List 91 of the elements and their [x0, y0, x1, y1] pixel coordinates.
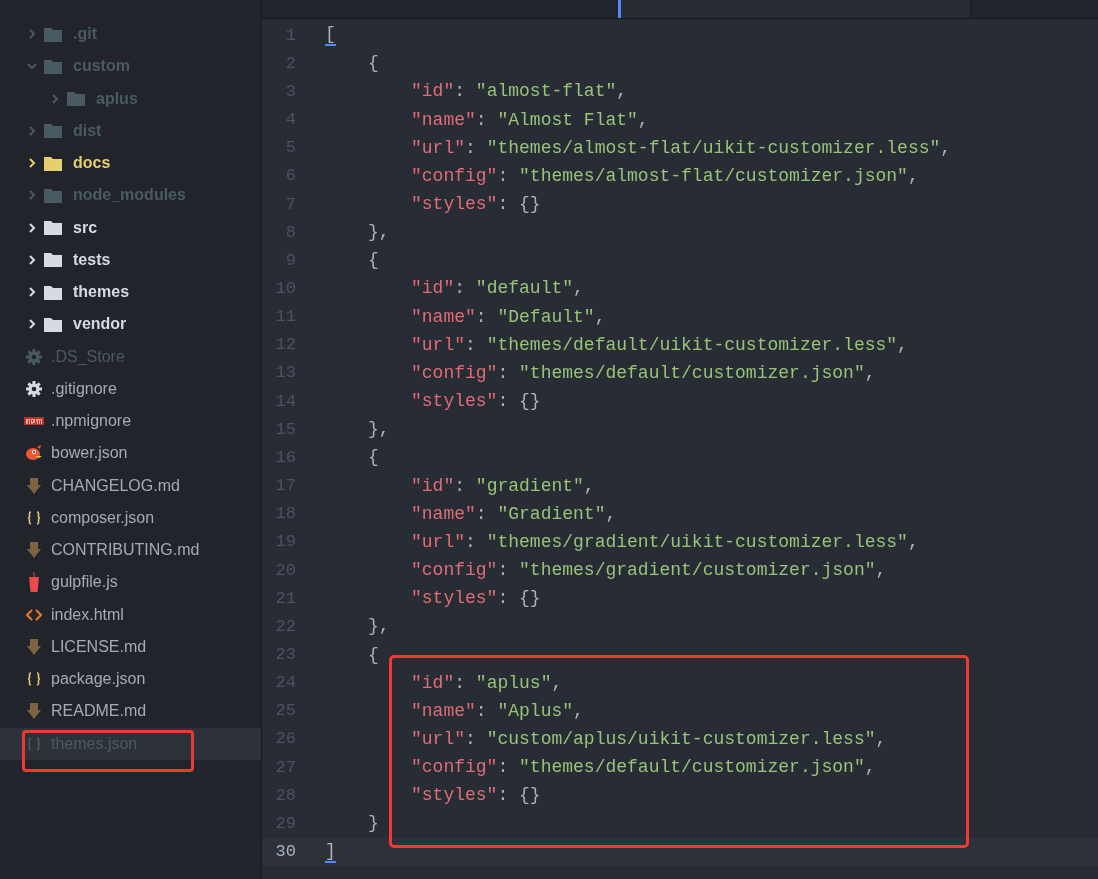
braces-icon	[27, 672, 41, 687]
braces-icon	[27, 510, 41, 525]
file-name: themes	[73, 283, 130, 302]
code-line: "config": "themes/almost-flat/customizer.json",	[411, 165, 919, 186]
folder-icon	[67, 91, 85, 107]
tree-item[interactable]: vendor	[0, 308, 261, 341]
code-line: "name": "Gradient",	[411, 503, 617, 524]
code-line: "id": "aplus",	[411, 672, 563, 693]
code-line: "styles": {}	[411, 785, 541, 806]
arrow-down-icon	[27, 703, 41, 720]
tree-item[interactable]: gulpfile.js	[0, 566, 261, 599]
file-name: docs	[73, 154, 111, 173]
npm-logo-icon	[24, 417, 44, 426]
chevron-right-icon[interactable]	[27, 158, 37, 169]
arrow-down-icon	[27, 542, 41, 559]
code-line: },	[368, 616, 390, 637]
chevron-right-icon[interactable]	[27, 319, 37, 330]
folder-icon	[44, 284, 62, 300]
tree-item[interactable]: CHANGELOG.md	[0, 469, 261, 502]
folder-icon	[44, 252, 62, 268]
bird-icon	[25, 445, 43, 462]
code-line: {	[368, 447, 379, 468]
tree-item[interactable]: index.html	[0, 598, 261, 631]
code-line: "id": "default",	[411, 278, 584, 299]
tree-item[interactable]: README.md	[0, 695, 261, 728]
code-brackets-icon	[26, 607, 42, 622]
code-line: "name": "Almost Flat",	[411, 109, 649, 130]
chevron-right-icon[interactable]	[27, 254, 37, 265]
code-line: "name": "Default",	[411, 306, 606, 327]
code-line: "styles": {}	[411, 194, 541, 214]
code-line: }	[368, 813, 379, 834]
code-line: "url": "custom/aplus/uikit-customizer.less",	[411, 729, 887, 749]
file-name: LICENSE.md	[51, 637, 147, 656]
file-name: CONTRIBUTING.md	[51, 541, 200, 560]
code-line: "config": "themes/gradient/customizer.json",	[411, 560, 887, 581]
folder-icon	[44, 220, 62, 236]
arrow-down-icon	[27, 638, 41, 655]
folder-icon	[44, 155, 62, 171]
gear-icon	[26, 380, 42, 397]
braces-icon	[27, 736, 41, 751]
line-number: 30	[274, 842, 296, 862]
file-name: gulpfile.js	[51, 573, 118, 592]
code-line: "id": "gradient",	[411, 475, 595, 496]
code-line: ]	[325, 840, 336, 863]
code-line: },	[368, 419, 390, 440]
file-name: .gitignore	[51, 379, 117, 398]
tree-item[interactable]: CONTRIBUTING.md	[0, 534, 261, 567]
code-line: "config": "themes/default/customizer.json",	[411, 757, 876, 778]
tree-item[interactable]: .npmignore	[0, 405, 261, 438]
file-name: tests	[73, 250, 111, 269]
chevron-right-icon[interactable]	[27, 222, 37, 233]
tree-item[interactable]: composer.json	[0, 501, 261, 534]
folder-icon	[44, 26, 62, 42]
code-line: {	[368, 644, 379, 665]
code-line: "styles": {}	[411, 391, 541, 412]
tree-item[interactable]: src	[0, 211, 261, 244]
gear-icon	[26, 348, 42, 365]
file-name: vendor	[73, 315, 127, 334]
chevron-right-icon[interactable]	[27, 287, 37, 298]
file-name: index.html	[51, 605, 124, 624]
folder-icon	[44, 58, 62, 74]
file-name: bower.json	[51, 444, 128, 463]
tree-item[interactable]: package.json	[0, 663, 261, 696]
folder-icon	[44, 187, 62, 203]
tree-item[interactable]: tests	[0, 243, 261, 276]
tree-item[interactable]: themes	[0, 276, 261, 309]
code-line: [	[325, 24, 336, 47]
tree-item[interactable]: .gitignore	[0, 372, 261, 405]
code-line: {	[368, 53, 379, 74]
tree-item[interactable]: docs	[0, 147, 261, 180]
file-name: package.json	[51, 670, 146, 689]
file-name: .npmignore	[51, 412, 132, 431]
tree-item[interactable]: LICENSE.md	[0, 630, 261, 663]
code-line: "url": "themes/gradient/uikit-customizer.less",	[411, 531, 919, 552]
arrow-down-icon	[27, 477, 41, 494]
folder-icon	[44, 316, 62, 332]
code-line: "url": "themes/default/uikit-customizer.less",	[411, 334, 908, 355]
code-line: "config": "themes/default/customizer.json",	[411, 362, 876, 383]
file-name: src	[73, 218, 98, 237]
code-line: "styles": {}	[411, 588, 541, 609]
cup-icon	[28, 572, 40, 593]
code-line: },	[368, 222, 390, 243]
code-line: {	[368, 250, 379, 271]
code-line: "url": "themes/almost-flat/uikit-customizer.less",	[411, 137, 952, 158]
file-name: composer.json	[51, 508, 155, 527]
file-name: README.md	[51, 702, 147, 721]
code-line: "name": "Aplus",	[411, 700, 584, 721]
folder-icon	[44, 123, 62, 139]
file-name: CHANGELOG.md	[51, 476, 180, 495]
tree-item[interactable]: bower.json	[0, 437, 261, 470]
code-line: "id": "almost-flat",	[411, 81, 628, 102]
